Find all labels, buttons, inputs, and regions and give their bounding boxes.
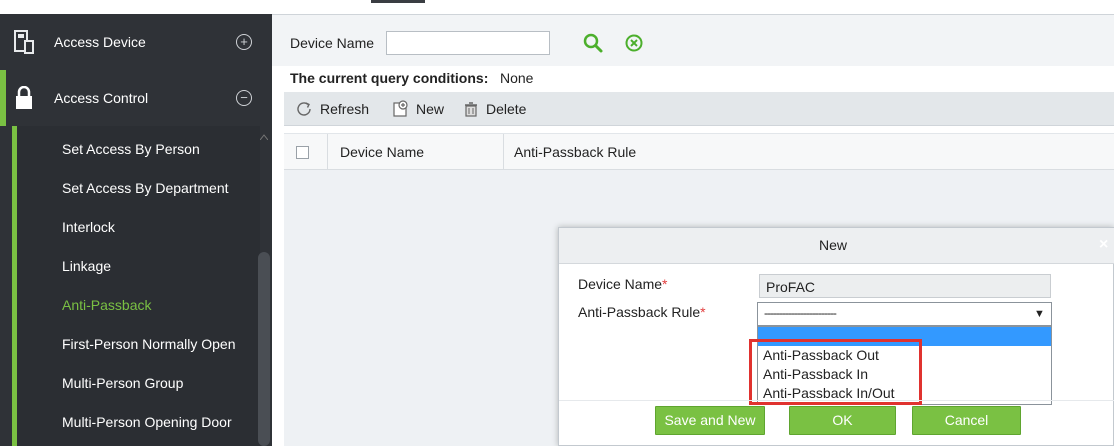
toolbar: Refresh New Delete <box>284 92 1114 126</box>
column-anti-passback-rule[interactable]: Anti-Passback Rule <box>514 134 636 170</box>
new-document-icon <box>393 100 408 117</box>
device-icon <box>12 29 36 55</box>
menu-access-control-label: Access Control <box>54 90 149 106</box>
anti-passback-rule-select[interactable]: ------------------------ ▼ <box>757 302 1052 326</box>
dialog-title-bar: New × <box>559 228 1114 264</box>
search-bar: Device Name <box>272 15 1114 66</box>
sidebar-item-set-access-by-department[interactable]: Set Access By Department <box>62 169 229 208</box>
save-and-new-button[interactable]: Save and New <box>655 406 765 435</box>
required-mark: * <box>700 304 706 320</box>
delete-button[interactable]: Delete <box>462 92 526 126</box>
column-divider <box>503 134 504 170</box>
device-name-value: ProFAC <box>766 279 816 295</box>
lock-icon <box>12 85 36 111</box>
sidebar-item-linkage[interactable]: Linkage <box>62 247 111 286</box>
refresh-label: Refresh <box>320 101 370 117</box>
sidebar: Access Device + Access Control − Set Acc… <box>0 0 272 446</box>
refresh-button[interactable]: Refresh <box>296 92 369 126</box>
new-label: New <box>416 101 445 117</box>
dialog-title: New <box>818 237 847 253</box>
sidebar-top-strip <box>0 0 272 14</box>
menu-access-device[interactable]: Access Device + <box>12 14 272 70</box>
expand-icon[interactable]: + <box>236 34 252 50</box>
anti-passback-rule-label-text: Anti-Passback Rule <box>578 304 701 320</box>
sidebar-item-first-person-normally-open[interactable]: First-Person Normally Open <box>62 325 236 364</box>
rule-selected-value: ------------------------ <box>764 306 837 320</box>
scroll-up-icon[interactable] <box>259 132 269 141</box>
table-header: Device Name Anti-Passback Rule <box>284 133 1114 170</box>
select-all-checkbox[interactable] <box>296 146 309 159</box>
clear-filter-icon[interactable] <box>624 33 644 53</box>
new-button[interactable]: New <box>392 92 444 126</box>
dropdown-arrow-icon[interactable]: ▼ <box>1034 308 1045 320</box>
query-conditions-label: The current query conditions: <box>290 70 489 86</box>
refresh-icon <box>297 102 311 116</box>
collapse-icon[interactable]: − <box>236 90 252 106</box>
sidebar-scrollbar[interactable] <box>258 252 270 446</box>
search-icon[interactable] <box>582 32 604 54</box>
dialog-divider <box>559 400 1114 401</box>
sidebar-item-anti-passback[interactable]: Anti-Passback <box>62 286 151 325</box>
delete-icon <box>465 102 477 117</box>
device-name-filter-label: Device Name <box>290 35 375 51</box>
annotation-highlight-box <box>749 339 922 405</box>
anti-passback-rule-field-label: Anti-Passback Rule* <box>578 304 706 320</box>
device-name-field: ProFAC <box>759 274 1051 298</box>
device-name-search-input[interactable] <box>386 31 550 55</box>
device-name-field-label: Device Name* <box>578 276 667 292</box>
ok-button[interactable]: OK <box>789 406 896 435</box>
new-anti-passback-dialog: New × Device Name* ProFAC Anti-Passback … <box>558 227 1114 446</box>
query-conditions-value: None <box>500 70 534 86</box>
device-name-field-label-text: Device Name <box>578 276 663 292</box>
sidebar-item-multi-person-opening-door[interactable]: Multi-Person Opening Door <box>62 403 232 442</box>
menu-access-control[interactable]: Access Control − <box>12 70 272 126</box>
sidebar-item-interlock[interactable]: Interlock <box>62 208 115 247</box>
column-divider <box>327 134 328 170</box>
close-icon[interactable]: × <box>1099 236 1108 254</box>
top-tab-indicator <box>371 0 425 3</box>
menu-access-device-label: Access Device <box>54 34 146 50</box>
cancel-button[interactable]: Cancel <box>912 406 1021 435</box>
sidebar-item-set-access-by-person[interactable]: Set Access By Person <box>62 130 200 169</box>
column-device-name[interactable]: Device Name <box>340 134 424 170</box>
active-menu-marker <box>0 70 6 126</box>
delete-label: Delete <box>486 101 527 117</box>
query-conditions: The current query conditions: None <box>272 66 1114 92</box>
sidebar-item-multi-person-group[interactable]: Multi-Person Group <box>62 364 183 403</box>
required-mark: * <box>662 276 668 292</box>
